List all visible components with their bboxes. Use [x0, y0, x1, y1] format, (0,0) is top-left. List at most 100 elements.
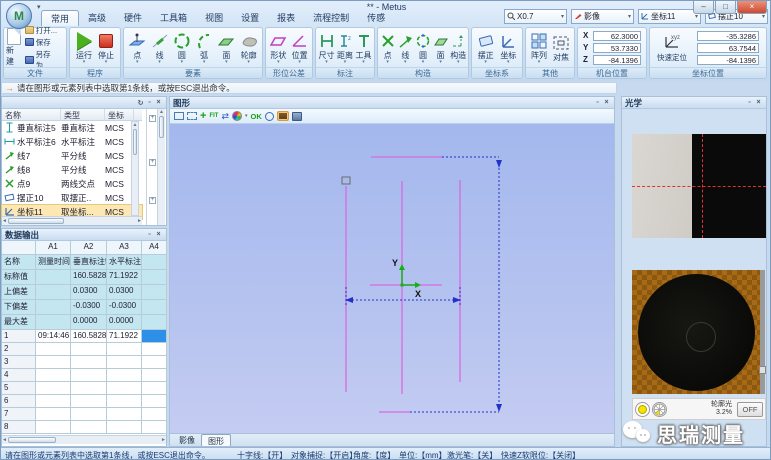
- table-cell[interactable]: [142, 395, 167, 408]
- tab-flow-control[interactable]: 流程控制: [304, 10, 358, 26]
- table-cell[interactable]: 0.0000: [107, 315, 142, 330]
- table-cell[interactable]: [36, 356, 71, 369]
- row-label[interactable]: 8: [2, 421, 36, 434]
- feature-arc-button[interactable]: 弧▾: [195, 31, 213, 64]
- row-label[interactable]: 4: [2, 369, 36, 382]
- array-button[interactable]: 阵列▾: [530, 31, 548, 64]
- row-label[interactable]: 标称值: [2, 270, 36, 285]
- chevron-down-icon[interactable]: ▾: [245, 111, 248, 122]
- table-cell[interactable]: 160.5828: [71, 270, 107, 285]
- element-row-align10[interactable]: 摆正10 取摆正..MCS: [2, 191, 142, 205]
- table-cell[interactable]: 09:14:46: [36, 330, 71, 343]
- selected-cell[interactable]: [142, 330, 167, 343]
- light-intensity-slider[interactable]: [760, 270, 765, 394]
- column-cs[interactable]: 坐标: [105, 109, 134, 121]
- table-cell[interactable]: [71, 343, 107, 356]
- sensor-mode-combo[interactable]: 影像 ▾: [571, 9, 634, 24]
- table-cell[interactable]: [71, 395, 107, 408]
- align-button[interactable]: 摆正▾: [477, 31, 495, 64]
- table-cell[interactable]: [71, 421, 107, 434]
- table-cell[interactable]: [107, 421, 142, 434]
- segment-light-icon[interactable]: [652, 402, 667, 417]
- zoom-fit-icon[interactable]: [187, 111, 197, 122]
- close-icon[interactable]: ×: [754, 99, 763, 106]
- z-soft-limit-toggle[interactable]: 快速Z软限位:【关闭】: [501, 450, 580, 460]
- select-region-icon[interactable]: [174, 111, 184, 122]
- graphics-canvas[interactable]: Y X: [170, 124, 614, 434]
- table-cell[interactable]: [142, 285, 167, 300]
- row-label[interactable]: 6: [2, 395, 36, 408]
- row-label[interactable]: 名称: [2, 255, 36, 270]
- close-button[interactable]: ×: [737, 1, 767, 14]
- feature-line-button[interactable]: 线▾: [151, 31, 169, 64]
- table-cell[interactable]: [71, 382, 107, 395]
- tab-settings[interactable]: 设置: [232, 10, 268, 26]
- lens-preview-view[interactable]: [632, 270, 762, 394]
- zoom-level-combo[interactable]: X0.7 ▾: [504, 9, 567, 24]
- fit-view-button[interactable]: FIT: [209, 111, 218, 122]
- table-cell[interactable]: [36, 285, 71, 300]
- construct-line-button[interactable]: 线▾: [397, 31, 413, 64]
- table-cell[interactable]: [107, 369, 142, 382]
- dim-size-button[interactable]: 尺寸▾: [319, 31, 335, 64]
- table-cell[interactable]: [107, 356, 142, 369]
- table-cell[interactable]: [71, 369, 107, 382]
- app-logo-icon[interactable]: M: [6, 3, 32, 29]
- snap-toggle[interactable]: 对象捕捉:【开启】: [291, 450, 357, 460]
- table-cell[interactable]: [107, 382, 142, 395]
- table-cell[interactable]: [142, 369, 167, 382]
- table-cell[interactable]: [142, 315, 167, 330]
- feature-contour-button[interactable]: 轮廓▾: [240, 31, 258, 64]
- quick-access-toolbar-icon[interactable]: ▾: [37, 3, 41, 11]
- construct-generic-button[interactable]: 构造▾: [450, 31, 466, 64]
- element-row-vdim5[interactable]: 垂直标注5 垂直标注MCS: [2, 121, 142, 135]
- angle-unit[interactable]: 角度:【度】: [353, 450, 395, 460]
- tab-toolbox[interactable]: 工具箱: [151, 10, 196, 26]
- element-list-horizontal-scrollbar[interactable]: ◄►: [2, 216, 142, 225]
- focus-button[interactable]: 对焦: [552, 33, 570, 62]
- laser-pointer-toggle[interactable]: 激光笔:【关】: [447, 450, 497, 460]
- col-header-a2[interactable]: A2: [71, 241, 107, 255]
- new-file-button[interactable]: 新建: [6, 28, 22, 67]
- ok-button[interactable]: OK: [251, 111, 262, 122]
- tab-report[interactable]: 报表: [268, 10, 304, 26]
- row-label[interactable]: 下偏差: [2, 300, 36, 315]
- tree-expand-icon[interactable]: +: [149, 159, 156, 166]
- construct-circle-button[interactable]: 圆▾: [415, 31, 431, 64]
- save-view-icon[interactable]: [292, 111, 302, 122]
- table-cell[interactable]: 测量时间: [36, 255, 71, 270]
- tab-advanced[interactable]: 高级: [79, 10, 115, 26]
- table-cell[interactable]: -0.0300: [107, 300, 142, 315]
- col-header-a3[interactable]: A3: [107, 241, 142, 255]
- table-cell[interactable]: 垂直标注5: [71, 255, 107, 270]
- minimize-button[interactable]: –: [693, 1, 714, 14]
- construct-plane-button[interactable]: 面▾: [433, 31, 449, 64]
- data-output-horizontal-scrollbar[interactable]: ◄►: [2, 435, 166, 444]
- gdt-position-button[interactable]: 位置▾: [291, 31, 309, 64]
- circle-tool-icon[interactable]: [265, 111, 274, 122]
- table-cell[interactable]: 71.1922: [107, 330, 142, 343]
- pin-icon[interactable]: ▫: [145, 99, 154, 106]
- table-cell[interactable]: -0.0300: [71, 300, 107, 315]
- tree-scrollbar[interactable]: ▲: [157, 109, 165, 225]
- maximize-button[interactable]: □: [715, 1, 736, 14]
- table-cell[interactable]: [71, 408, 107, 421]
- table-cell[interactable]: [36, 343, 71, 356]
- crosshair-toggle[interactable]: 十字线:【开】: [237, 450, 287, 460]
- feature-plane-button[interactable]: 面▾: [217, 31, 235, 64]
- dim-distance-button[interactable]: z距离▾: [337, 31, 353, 64]
- element-row-hdim6[interactable]: 水平标注6 水平标注MCS: [2, 135, 142, 149]
- table-cell[interactable]: [36, 270, 71, 285]
- light-off-button[interactable]: OFF: [737, 402, 763, 417]
- table-cell[interactable]: [36, 408, 71, 421]
- col-header-a4[interactable]: A4: [142, 241, 167, 255]
- length-unit[interactable]: 单位:【mm】: [399, 450, 447, 460]
- feature-point-button[interactable]: 点▾: [128, 31, 146, 64]
- stop-button[interactable]: 停止▾: [98, 31, 114, 64]
- feature-circle-button[interactable]: 圆▾: [173, 31, 191, 64]
- table-cell[interactable]: [107, 395, 142, 408]
- table-cell[interactable]: [142, 382, 167, 395]
- table-cell[interactable]: [142, 356, 167, 369]
- table-cell[interactable]: [142, 343, 167, 356]
- table-cell[interactable]: [107, 408, 142, 421]
